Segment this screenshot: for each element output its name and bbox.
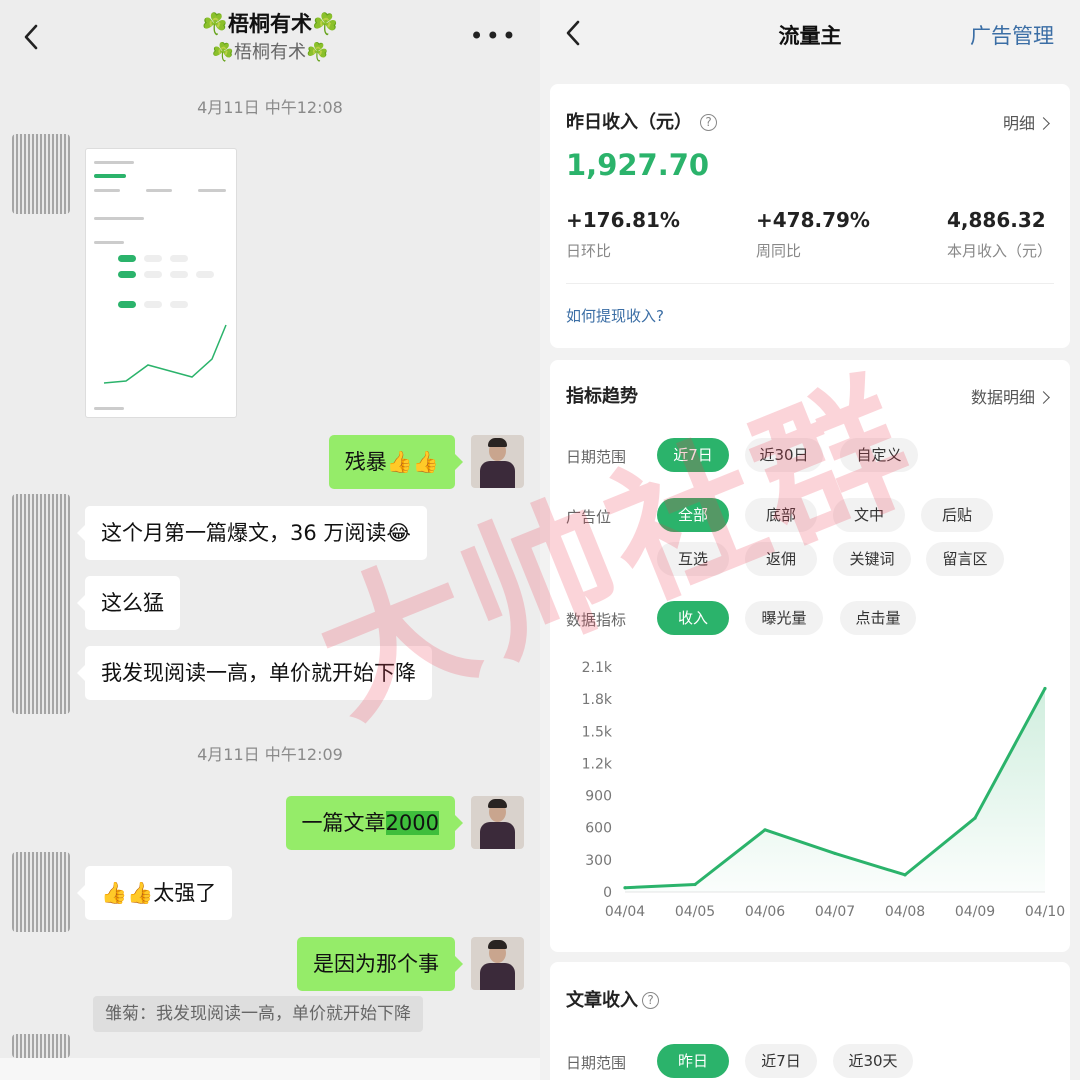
message-highlight: 2000 <box>385 811 439 835</box>
message-text: 一篇文章 <box>301 811 386 835</box>
avatar[interactable] <box>12 852 70 932</box>
x-tick-label: 04/10 <box>1025 904 1065 920</box>
chevron-right-icon <box>1037 117 1050 130</box>
dashboard-panel: 流量主 广告管理 昨日收入（元）? 明细 1,927.70 +176.81% 日… <box>540 0 1080 1080</box>
message-bubble[interactable]: 这个月第一篇爆文，36 万阅读😂 <box>77 506 427 560</box>
data-point <box>693 882 697 887</box>
x-tick-label: 04/09 <box>955 904 995 920</box>
stat-label: 本月收入（元） <box>947 242 1053 260</box>
input-bar[interactable] <box>0 1058 540 1080</box>
y-tick-label: 300 <box>585 853 612 869</box>
message-bubble[interactable]: 我发现阅读一高，单价就开始下降 <box>77 646 432 700</box>
avatar-self[interactable] <box>471 796 524 849</box>
chip-date-30d[interactable]: 近30日 <box>745 438 823 472</box>
x-tick-label: 04/05 <box>675 904 715 920</box>
more-icon[interactable]: ••• <box>470 22 518 50</box>
chip-date-custom[interactable]: 自定义 <box>840 438 918 472</box>
withdraw-help-link[interactable]: 如何提现收入? <box>566 305 664 326</box>
y-tick-label: 1.8k <box>582 692 613 708</box>
data-point <box>973 816 977 820</box>
message-bubble[interactable]: 👍👍太强了 <box>76 866 233 920</box>
help-icon[interactable]: ? <box>700 114 717 131</box>
y-tick-label: 2.1k <box>582 660 613 676</box>
stat-value: +478.79% <box>756 208 870 232</box>
y-tick-label: 600 <box>585 821 612 837</box>
filter-label: 广告位 <box>566 508 612 526</box>
chat-subtitle: ☘️梧桐有术☘️ <box>211 42 329 63</box>
timestamp: 4月11日 中午12:09 <box>197 745 343 764</box>
chip-ad-all[interactable]: 全部 <box>657 498 729 532</box>
chat-header: ☘️梧桐有术☘️ ☘️梧桐有术☘️ ••• <box>0 0 540 80</box>
data-point <box>763 828 767 832</box>
chip-ad-inline[interactable]: 文中 <box>833 498 905 532</box>
trend-card: 指标趋势 数据明细 日期范围 近7日 近30日 自定义 广告位 全部 底部 文中… <box>550 360 1070 952</box>
chip-metric-income[interactable]: 收入 <box>657 601 729 635</box>
message-bubble[interactable]: 残暴👍👍 <box>328 435 464 489</box>
x-tick-label: 04/06 <box>745 904 785 920</box>
divider <box>566 283 1054 284</box>
image-message[interactable] <box>85 148 237 418</box>
data-point <box>833 851 837 856</box>
y-tick-label: 900 <box>585 789 612 805</box>
avatar[interactable] <box>12 134 70 214</box>
card-title: 文章收入? <box>566 986 659 1012</box>
series-area <box>625 688 1045 892</box>
x-tick-label: 04/07 <box>815 904 855 920</box>
data-point <box>903 873 907 877</box>
chip-metric-clicks[interactable]: 点击量 <box>840 601 916 635</box>
quoted-message[interactable]: 雏菊：我发现阅读一高，单价就开始下降 <box>93 996 423 1032</box>
y-tick-label: 1.2k <box>582 756 613 772</box>
y-tick-label: 1.5k <box>582 724 613 740</box>
dashboard-header: 流量主 广告管理 <box>540 0 1080 70</box>
card-title: 指标趋势 <box>566 386 638 407</box>
chip-ad-post[interactable]: 后贴 <box>921 498 993 532</box>
stat-value: +176.81% <box>566 208 680 232</box>
chip-article-30d[interactable]: 近30天 <box>833 1044 913 1078</box>
avatar[interactable] <box>12 1034 70 1058</box>
chip-article-7d[interactable]: 近7日 <box>745 1044 817 1078</box>
chat-panel: ☘️梧桐有术☘️ ☘️梧桐有术☘️ ••• 4月11日 中午12:08 残暴👍👍… <box>0 0 540 1080</box>
y-tick-label: 0 <box>603 885 612 901</box>
filter-label: 日期范围 <box>566 1054 627 1072</box>
avatar-self[interactable] <box>471 435 524 488</box>
chip-date-7d[interactable]: 近7日 <box>657 438 729 472</box>
filter-label: 日期范围 <box>566 448 627 466</box>
avatar-self[interactable] <box>471 937 524 990</box>
filter-label: 数据指标 <box>566 611 627 629</box>
data-detail-link[interactable]: 数据明细 <box>971 384 1050 408</box>
article-income-card: 文章收入? 日期范围 昨日 近7日 近30天 <box>550 962 1070 1080</box>
message-bubble[interactable]: 一篇文章2000 <box>285 796 464 850</box>
stat-label: 日环比 <box>566 242 612 260</box>
yesterday-income-value: 1,927.70 <box>566 148 710 182</box>
x-tick-label: 04/04 <box>605 904 645 920</box>
timestamp: 4月11日 中午12:08 <box>197 98 343 117</box>
chip-ad-rebate[interactable]: 返佣 <box>745 542 817 576</box>
chip-ad-bottom[interactable]: 底部 <box>745 498 817 532</box>
yesterday-income-card: 昨日收入（元）? 明细 1,927.70 +176.81% 日环比 +478.7… <box>550 84 1070 348</box>
card-title: 昨日收入（元）? <box>566 108 717 134</box>
stat-value: 4,886.32 <box>947 208 1046 232</box>
chip-ad-comment[interactable]: 留言区 <box>926 542 1004 576</box>
ad-manage-link[interactable]: 广告管理 <box>970 20 1054 50</box>
avatar[interactable] <box>12 494 70 714</box>
data-point <box>1043 686 1047 691</box>
stat-label: 周同比 <box>756 242 802 260</box>
chip-ad-keyword[interactable]: 关键词 <box>833 542 911 576</box>
chat-title: ☘️梧桐有术☘️ <box>201 12 339 36</box>
chip-ad-mutual[interactable]: 互选 <box>657 542 729 576</box>
data-point <box>623 886 627 890</box>
chip-metric-exposure[interactable]: 曝光量 <box>745 601 823 635</box>
detail-link[interactable]: 明细 <box>1003 110 1050 134</box>
chip-article-yesterday[interactable]: 昨日 <box>657 1044 729 1078</box>
chevron-right-icon <box>1037 391 1050 404</box>
help-icon[interactable]: ? <box>642 992 659 1009</box>
message-bubble[interactable]: 是因为那个事 <box>297 937 463 991</box>
message-bubble[interactable]: 这么猛 <box>77 576 180 630</box>
income-line-chart: 0 300 600 900 1.2k 1.5k 1.8k 2.1k 04/04 04/05 04/0… <box>582 660 1066 920</box>
x-tick-label: 04/08 <box>885 904 925 920</box>
